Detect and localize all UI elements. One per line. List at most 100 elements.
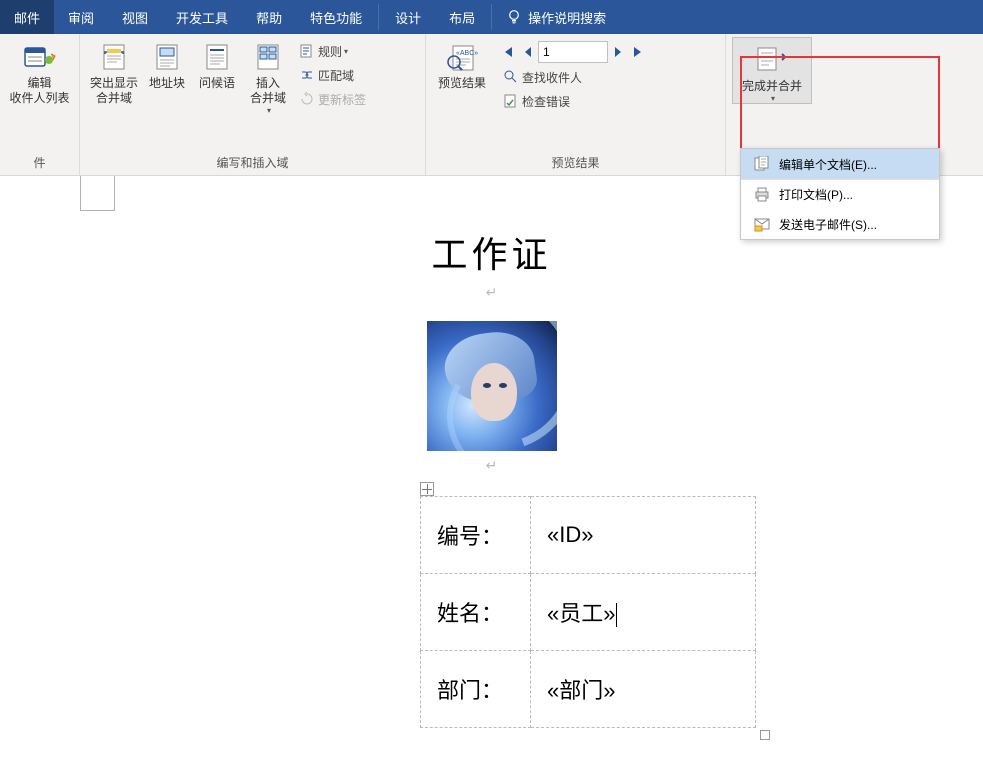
tab-review[interactable]: 审阅 (54, 0, 108, 34)
button-label: 问候语 (199, 76, 235, 91)
prev-record-button[interactable] (518, 42, 538, 62)
tab-layout[interactable]: 布局 (435, 0, 489, 34)
highlight-field-icon (99, 39, 129, 75)
tab-design[interactable]: 设计 (381, 0, 435, 34)
svg-text:«ABC»: «ABC» (456, 50, 478, 57)
document-title: 工作证 (0, 226, 983, 278)
button-label: 检查错误 (522, 93, 570, 110)
match-fields-icon (298, 68, 316, 82)
table-row[interactable]: 部门： «部门» (421, 651, 756, 728)
table-resize-handle[interactable] (760, 730, 770, 740)
cell-text: 部门： (437, 678, 503, 703)
first-icon (502, 46, 514, 58)
button-label: 插入 合并域 (250, 76, 286, 106)
find-recipient-button[interactable]: 查找收件人 (498, 65, 648, 89)
cell-text: 编号： (437, 524, 503, 549)
greeting-line-icon (203, 39, 231, 75)
table-cell-value[interactable]: «部门» (531, 651, 756, 728)
insert-field-icon (254, 39, 282, 75)
check-errors-button[interactable]: 检查错误 (498, 89, 648, 113)
button-label: 完成并合并 (742, 79, 802, 94)
paragraph-mark: ↵ (0, 457, 983, 474)
ruler-tab-marker[interactable] (80, 176, 115, 211)
table-move-handle[interactable] (420, 482, 434, 496)
merge-field: «部门» (547, 678, 615, 703)
tab-special[interactable]: 特色功能 (296, 0, 376, 34)
menu-edit-individual-documents[interactable]: 编辑单个文档(E)... (741, 149, 939, 179)
table-row[interactable]: 编号： «ID» (421, 497, 756, 574)
button-label: 预览结果 (438, 76, 486, 91)
match-fields-button[interactable]: 匹配域 (294, 63, 370, 87)
finish-merge-button[interactable]: 完成并合并 ▾ (732, 37, 812, 104)
next-icon (613, 46, 623, 58)
last-icon (632, 46, 644, 58)
button-label: 更新标签 (318, 91, 366, 108)
tab-view[interactable]: 视图 (108, 0, 162, 34)
finish-merge-icon (754, 42, 790, 78)
button-label: 编辑 收件人列表 (9, 76, 69, 106)
tab-label: 开发工具 (176, 8, 228, 27)
tab-help[interactable]: 帮助 (242, 0, 296, 34)
tab-developer[interactable]: 开发工具 (162, 0, 242, 34)
record-number-input[interactable] (538, 41, 608, 63)
tab-mailings[interactable]: 邮件 (0, 0, 54, 34)
paragraph-mark: ↵ (0, 284, 983, 301)
tab-divider (378, 4, 379, 30)
rules-icon (298, 44, 316, 58)
group-label: 件 (6, 151, 73, 175)
merge-field: «员工» (547, 601, 615, 626)
tell-me-search[interactable]: 操作说明搜索 (494, 8, 606, 27)
lightbulb-icon (506, 9, 522, 25)
table-cell-label[interactable]: 姓名： (421, 574, 531, 651)
chevron-down-icon: ▾ (771, 94, 775, 103)
find-recipient-icon (502, 70, 520, 84)
chevron-down-icon: ▾ (344, 47, 348, 56)
tab-label: 帮助 (256, 8, 282, 27)
tab-label: 审阅 (68, 8, 94, 27)
tab-label: 特色功能 (310, 8, 362, 27)
highlight-merge-field-button[interactable]: 突出显示 合并域 (86, 37, 142, 106)
address-block-button[interactable]: 地址块 (142, 37, 192, 91)
button-label: 查找收件人 (522, 69, 582, 86)
preview-results-icon: «ABC» (445, 39, 479, 75)
update-labels-button: 更新标签 (294, 87, 370, 111)
greeting-line-button[interactable]: 问候语 (192, 37, 242, 91)
recipients-icon (23, 39, 57, 75)
button-label: 突出显示 合并域 (90, 76, 138, 106)
document-data-table[interactable]: 编号： «ID» 姓名： «员工» 部门： «部门» (420, 496, 756, 728)
merge-field: «ID» (547, 522, 593, 547)
update-labels-icon (298, 92, 316, 106)
table-row[interactable]: 姓名： «员工» (421, 574, 756, 651)
tab-label: 视图 (122, 8, 148, 27)
group-label: 预览结果 (432, 151, 719, 175)
tab-label: 设计 (395, 8, 421, 27)
group-label: 编写和插入域 (86, 151, 419, 175)
last-record-button[interactable] (628, 42, 648, 62)
button-label: 匹配域 (318, 67, 354, 84)
address-block-icon (153, 39, 181, 75)
chevron-down-icon: ▾ (267, 106, 271, 115)
table-cell-label[interactable]: 编号： (421, 497, 531, 574)
tell-me-label: 操作说明搜索 (528, 8, 606, 27)
rules-button[interactable]: 规则▾ (294, 39, 370, 63)
table-cell-value[interactable]: «ID» (531, 497, 756, 574)
text-cursor (616, 603, 617, 627)
edit-recipients-button[interactable]: 编辑 收件人列表 (6, 37, 73, 106)
document-image-placeholder[interactable] (427, 321, 557, 451)
menu-label: 编辑单个文档(E)... (779, 156, 877, 173)
tab-label: 布局 (449, 8, 475, 27)
button-label: 规则 (318, 43, 342, 60)
first-record-button[interactable] (498, 42, 518, 62)
tab-label: 邮件 (14, 8, 40, 27)
prev-icon (523, 46, 533, 58)
button-label: 地址块 (149, 76, 185, 91)
table-cell-value[interactable]: «员工» (531, 574, 756, 651)
cell-text: 姓名： (437, 601, 503, 626)
tab-divider (491, 4, 492, 30)
next-record-button[interactable] (608, 42, 628, 62)
preview-results-button[interactable]: «ABC» 预览结果 (432, 37, 492, 91)
documents-icon (751, 156, 773, 172)
table-cell-label[interactable]: 部门： (421, 651, 531, 728)
insert-merge-field-button[interactable]: 插入 合并域 ▾ (242, 37, 294, 115)
check-errors-icon (502, 94, 520, 108)
